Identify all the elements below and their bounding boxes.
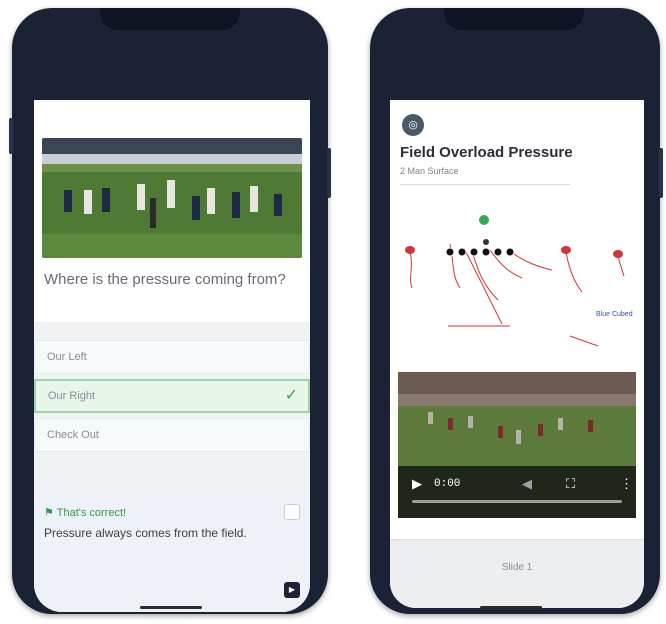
feedback-title: ⚑ That's correct! — [44, 506, 126, 519]
power-button — [659, 148, 663, 198]
quiz-screen: Where is the pressure coming from? Our L… — [34, 100, 310, 612]
video-player[interactable]: ▶ 0:00 ◀ ⛶ ⋮ — [398, 372, 636, 518]
more-options-icon[interactable]: ⋮ — [620, 476, 633, 492]
feedback-title-text: That's correct! — [56, 507, 127, 519]
slide-title: Field Overload Pressure — [400, 144, 573, 161]
volume-icon[interactable]: ◀ — [522, 476, 532, 492]
option-our-right[interactable]: Our Right ✓ — [34, 379, 310, 413]
question-text: Where is the pressure coming from? — [44, 271, 286, 288]
video-time: 0:00 — [434, 478, 461, 490]
flag-icon: ⚑ — [44, 507, 54, 519]
feedback-text: Pressure always comes from the field. — [44, 526, 247, 540]
phone-notch — [100, 8, 240, 30]
feedback-panel: ⚑ That's correct! Pressure always comes … — [34, 492, 310, 612]
video-progress-bar[interactable] — [412, 500, 622, 503]
fullscreen-icon[interactable]: ⛶ — [566, 476, 575, 492]
question-card: Where is the pressure coming from? — [34, 100, 310, 322]
divider — [400, 184, 570, 185]
checkmark-icon: ✓ — [284, 387, 298, 404]
slide-screen: ◎ Field Overload Pressure 2 Man Surface — [390, 100, 644, 608]
home-indicator — [480, 606, 542, 609]
slide-footer: Slide 1 — [390, 539, 644, 608]
next-arrow-icon[interactable]: ▶ — [284, 582, 300, 598]
slide-subtitle: 2 Man Surface — [400, 166, 459, 176]
phone-notch — [444, 8, 584, 30]
football-photo — [42, 138, 302, 258]
feedback-checkbox[interactable] — [284, 504, 300, 520]
diagram-note: Blue Cubed — [596, 311, 633, 318]
slide-label: Slide 1 — [501, 562, 533, 573]
home-indicator — [140, 606, 202, 609]
option-label: Our Left — [47, 351, 87, 363]
play-icon[interactable]: ▶ — [412, 476, 422, 492]
video-controls: ▶ 0:00 ◀ ⛶ ⋮ — [398, 466, 636, 518]
option-label: Check Out — [47, 429, 99, 441]
option-check-out[interactable]: Check Out — [34, 418, 310, 452]
power-button — [327, 148, 331, 198]
option-label: Our Right — [48, 390, 96, 402]
phone-slide: ◎ Field Overload Pressure 2 Man Surface — [370, 8, 663, 614]
team-logo-icon: ◎ — [402, 114, 424, 136]
play-diagram: Blue Cubed — [390, 204, 644, 364]
option-our-left[interactable]: Our Left — [34, 340, 310, 374]
volume-button — [9, 118, 13, 154]
phone-quiz: Where is the pressure coming from? Our L… — [9, 8, 331, 614]
